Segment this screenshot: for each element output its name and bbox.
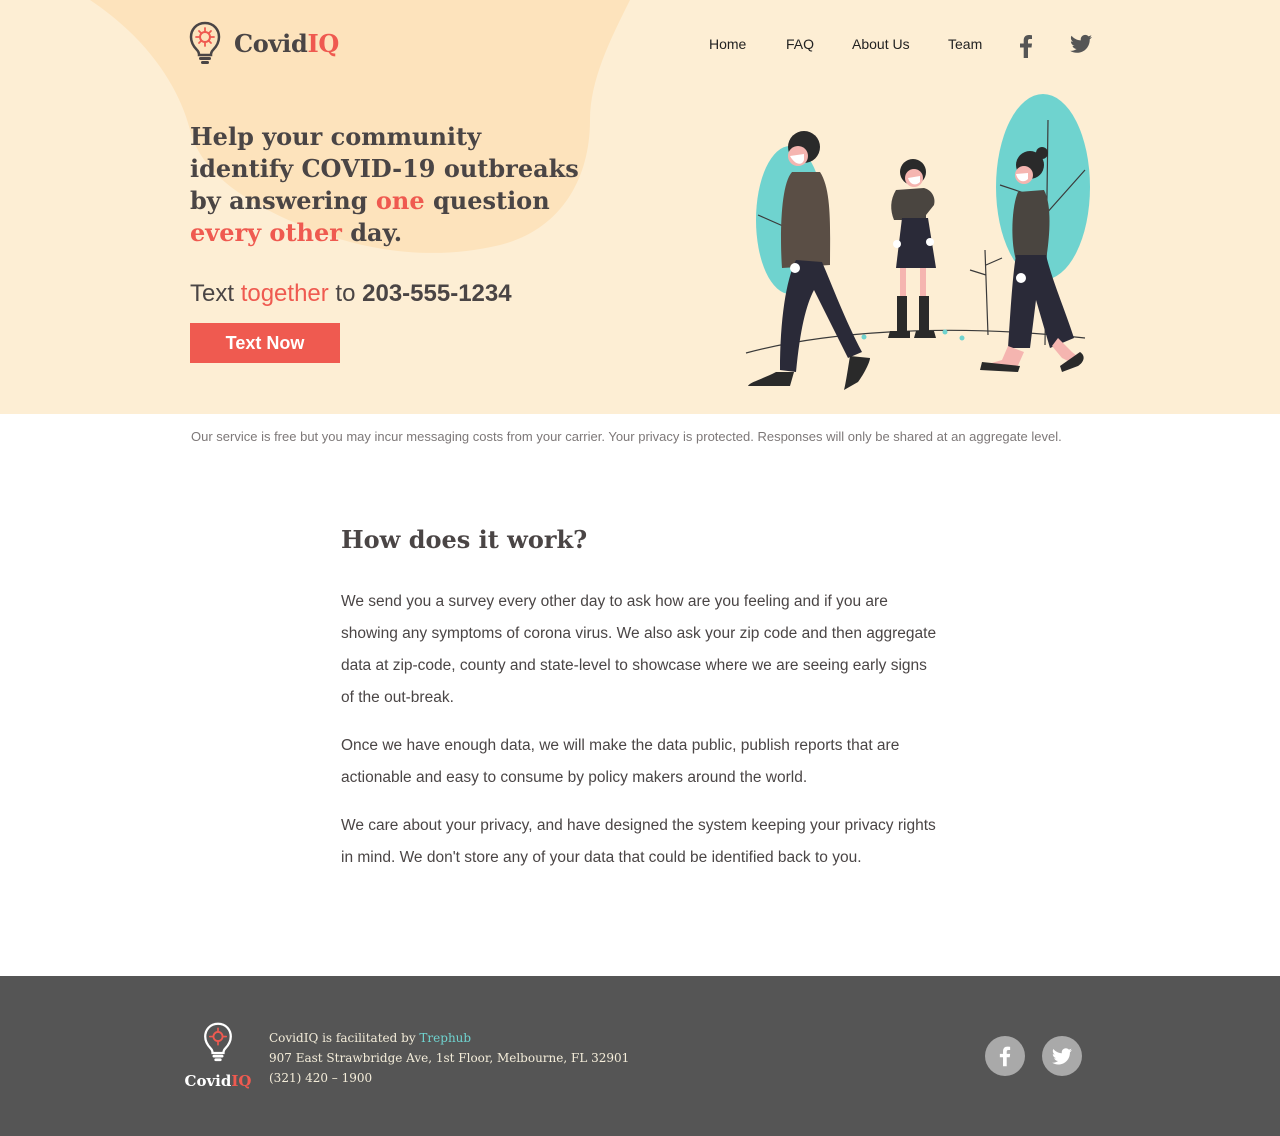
logo-wordmark: CovidIQ — [234, 28, 340, 58]
footer: CovidIQ CovidIQ is facilitated by Trephu… — [0, 976, 1280, 1136]
footer-info: CovidIQ is facilitated by Trephub 907 Ea… — [269, 1028, 629, 1088]
lightbulb-icon — [189, 21, 221, 64]
facebook-icon[interactable] — [985, 1036, 1025, 1076]
nav-team[interactable]: Team — [948, 36, 982, 52]
text-instruction: Text together to 203-555-1234 — [190, 280, 512, 307]
how-it-works-section: How does it work? We send you a survey e… — [341, 525, 941, 890]
hero-headline: Help your community identify COVID-19 ou… — [190, 122, 579, 247]
how-it-works-title: How does it work? — [341, 525, 588, 554]
how-paragraph-3: We care about your privacy, and have des… — [341, 817, 936, 866]
lightbulb-icon — [204, 1022, 232, 1062]
footer-phone: (321) 420 – 1900 — [269, 1071, 373, 1085]
footer-address: 907 East Strawbridge Ave, 1st Floor, Mel… — [269, 1051, 630, 1065]
header-logo[interactable]: CovidIQ — [188, 20, 339, 66]
people-walking-illustration — [745, 94, 1090, 390]
how-paragraph-1: We send you a survey every other day to … — [341, 593, 937, 706]
twitter-icon[interactable] — [1042, 1036, 1082, 1076]
twitter-icon[interactable] — [1070, 34, 1092, 59]
how-paragraph-2: Once we have enough data, we will make t… — [341, 737, 900, 786]
nav-home[interactable]: Home — [709, 36, 746, 52]
footer-logo[interactable]: CovidIQ — [183, 1021, 253, 1090]
text-now-button[interactable]: Text Now — [190, 323, 340, 363]
facebook-icon[interactable] — [1019, 34, 1033, 63]
hero-section: CovidIQ Home FAQ About Us Team Help your… — [0, 0, 1280, 414]
disclaimer-text: Our service is free but you may incur me… — [191, 429, 1062, 444]
nav-faq[interactable]: FAQ — [786, 36, 814, 52]
facilitated-by: CovidIQ is facilitated by Trephub — [269, 1031, 472, 1045]
nav-about-us[interactable]: About Us — [852, 36, 910, 52]
trephub-link[interactable]: Trephub — [419, 1031, 471, 1045]
footer-logo-wordmark: CovidIQ — [184, 1072, 252, 1090]
